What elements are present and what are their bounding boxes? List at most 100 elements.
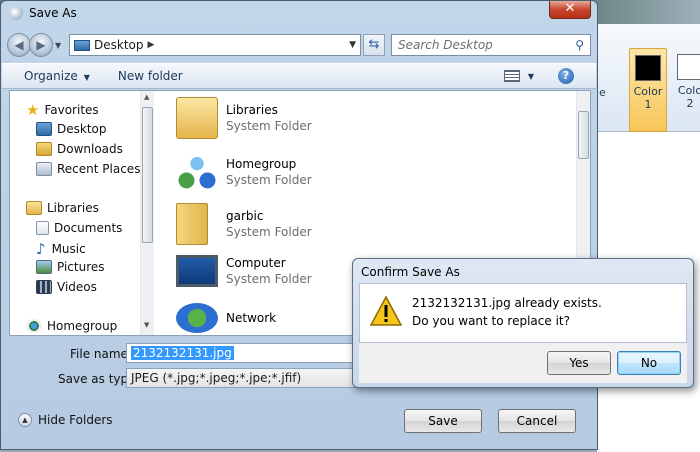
search-input[interactable]: Search Desktop ⚲ <box>391 34 591 56</box>
sidebar-item-label: Downloads <box>57 142 123 156</box>
command-bar: Organize ▼ New folder ▼ ? <box>2 63 596 89</box>
refresh-button[interactable]: ⇆ <box>363 34 385 56</box>
recent-pages-dropdown[interactable]: ▼ <box>55 41 65 50</box>
sidebar-item-label: Homegroup <box>47 319 118 333</box>
breadcrumb-desktop[interactable]: Desktop <box>94 38 144 52</box>
color1-label-b: 1 <box>644 98 652 111</box>
color1-label-a: Color <box>633 85 663 98</box>
sidebar-item-label: Documents <box>54 221 123 235</box>
search-placeholder: Search Desktop <box>398 38 493 52</box>
sidebar-item-homegroup[interactable]: Homegroup <box>26 319 117 333</box>
list-item[interactable]: Libraries System Folder <box>176 97 312 139</box>
sidebar-item-label: Recent Places <box>57 162 141 176</box>
breadcrumb-arrow-icon[interactable]: ▶ <box>148 40 155 50</box>
user-folder-icon <box>176 203 208 245</box>
hide-folders-label: Hide Folders <box>38 413 113 427</box>
sidebar-item-downloads[interactable]: Downloads <box>36 142 123 156</box>
address-dropdown-icon[interactable]: ▼ <box>349 40 356 50</box>
chevron-down-icon: ▼ <box>83 73 90 82</box>
sidebar-item-label: Desktop <box>57 122 107 136</box>
cancel-button[interactable]: Cancel <box>498 409 576 433</box>
recent-places-icon <box>36 162 52 176</box>
chevron-up-icon: ▲ <box>18 413 32 427</box>
network-icon <box>176 303 218 333</box>
navigation-scrollbar[interactable]: ▲ ▼ <box>140 91 154 335</box>
sidebar-item-label: Libraries <box>47 201 99 215</box>
view-dropdown-icon[interactable]: ▼ <box>528 72 534 81</box>
ribbon-fragment-label: e <box>599 86 606 99</box>
confirm-save-as-dialog: Confirm Save As 2132132131.jpg already e… <box>352 258 694 388</box>
file-name: Libraries <box>226 103 278 117</box>
title-bar: Save As <box>1 1 597 25</box>
no-button[interactable]: No <box>617 351 681 375</box>
confirm-message-line1: 2132132131.jpg already exists. <box>412 296 602 310</box>
sidebar-item-music[interactable]: ♪ Music <box>36 240 86 258</box>
libraries-icon <box>26 201 42 215</box>
file-name: Homegroup <box>226 157 297 171</box>
sidebar-item-pictures[interactable]: Pictures <box>36 260 105 274</box>
hide-folders-button[interactable]: ▲ Hide Folders <box>18 413 113 427</box>
videos-icon <box>36 280 52 294</box>
sidebar-item-videos[interactable]: Videos <box>36 280 97 294</box>
scrollbar-thumb[interactable] <box>578 111 589 159</box>
color1-button[interactable]: Color 1 <box>629 48 667 132</box>
sidebar-item-label: Videos <box>57 280 97 294</box>
list-item[interactable]: Computer System Folder <box>176 255 312 287</box>
file-name: garbic <box>226 209 264 223</box>
file-type: System Folder <box>226 119 312 133</box>
list-item[interactable]: Network <box>176 303 276 333</box>
navigation-pane: ★ Favorites Desktop Downloads Recent Pla… <box>10 91 154 335</box>
sidebar-item-label: Pictures <box>57 260 105 274</box>
file-name-label: File name: <box>70 347 132 361</box>
scrollbar-thumb[interactable] <box>142 107 153 243</box>
search-icon: ⚲ <box>575 38 584 52</box>
documents-icon <box>36 221 49 235</box>
star-icon: ★ <box>26 101 40 119</box>
homegroup-icon <box>176 151 218 193</box>
file-name: Computer <box>226 256 286 270</box>
sidebar-item-libraries[interactable]: Libraries <box>26 201 99 215</box>
save-button[interactable]: Save <box>404 409 482 433</box>
warning-icon <box>370 296 402 326</box>
view-options-icon[interactable] <box>503 70 520 82</box>
paint-ribbon: e Color 1 Colo 2 <box>597 24 700 132</box>
file-type: System Folder <box>226 225 312 239</box>
libraries-folder-icon <box>176 97 218 139</box>
scroll-up-icon[interactable]: ▲ <box>144 93 149 101</box>
app-icon <box>9 6 23 20</box>
confirm-title: Confirm Save As <box>361 265 460 279</box>
yes-button[interactable]: Yes <box>547 351 611 375</box>
save-as-type-select[interactable]: JPEG (*.jpg;*.jpeg;*.jpe;*.jfif) <box>126 368 356 388</box>
sidebar-item-desktop[interactable]: Desktop <box>36 122 107 136</box>
sidebar-item-label: Music <box>51 242 86 256</box>
back-button[interactable]: ◀ <box>7 33 31 57</box>
file-name-field[interactable]: 2132132131.jpg <box>126 343 356 363</box>
computer-icon <box>176 255 218 287</box>
homegroup-icon <box>26 319 42 333</box>
list-item[interactable]: garbic System Folder <box>176 203 312 245</box>
organize-button[interactable]: Organize ▼ <box>24 69 90 83</box>
confirm-message-area: 2132132131.jpg already exists. Do you wa… <box>359 283 687 343</box>
file-name: Network <box>226 311 277 325</box>
sidebar-item-favorites[interactable]: ★ Favorites <box>26 101 99 119</box>
color2-swatch <box>677 54 700 80</box>
color2-label-a: Colo <box>677 84 700 97</box>
color1-swatch <box>635 55 661 81</box>
list-item[interactable]: Homegroup System Folder <box>176 151 312 193</box>
sidebar-item-recent-places[interactable]: Recent Places <box>36 162 140 176</box>
confirm-button-bar: Yes No <box>359 343 687 383</box>
pictures-icon <box>36 260 52 274</box>
downloads-icon <box>36 142 52 156</box>
close-button[interactable]: ✕ <box>549 1 591 19</box>
scroll-down-icon[interactable]: ▼ <box>144 321 149 329</box>
file-type: System Folder <box>226 272 312 286</box>
desktop-icon <box>36 122 52 136</box>
help-icon[interactable]: ? <box>558 68 574 84</box>
new-folder-button[interactable]: New folder <box>118 69 183 83</box>
color2-button[interactable]: Colo 2 <box>671 48 700 132</box>
sidebar-item-label: Favorites <box>44 103 99 117</box>
forward-button[interactable]: ▶ <box>29 33 53 57</box>
address-bar[interactable]: Desktop ▶ ▼ <box>69 34 361 56</box>
music-icon: ♪ <box>36 240 46 258</box>
sidebar-item-documents[interactable]: Documents <box>36 221 122 235</box>
